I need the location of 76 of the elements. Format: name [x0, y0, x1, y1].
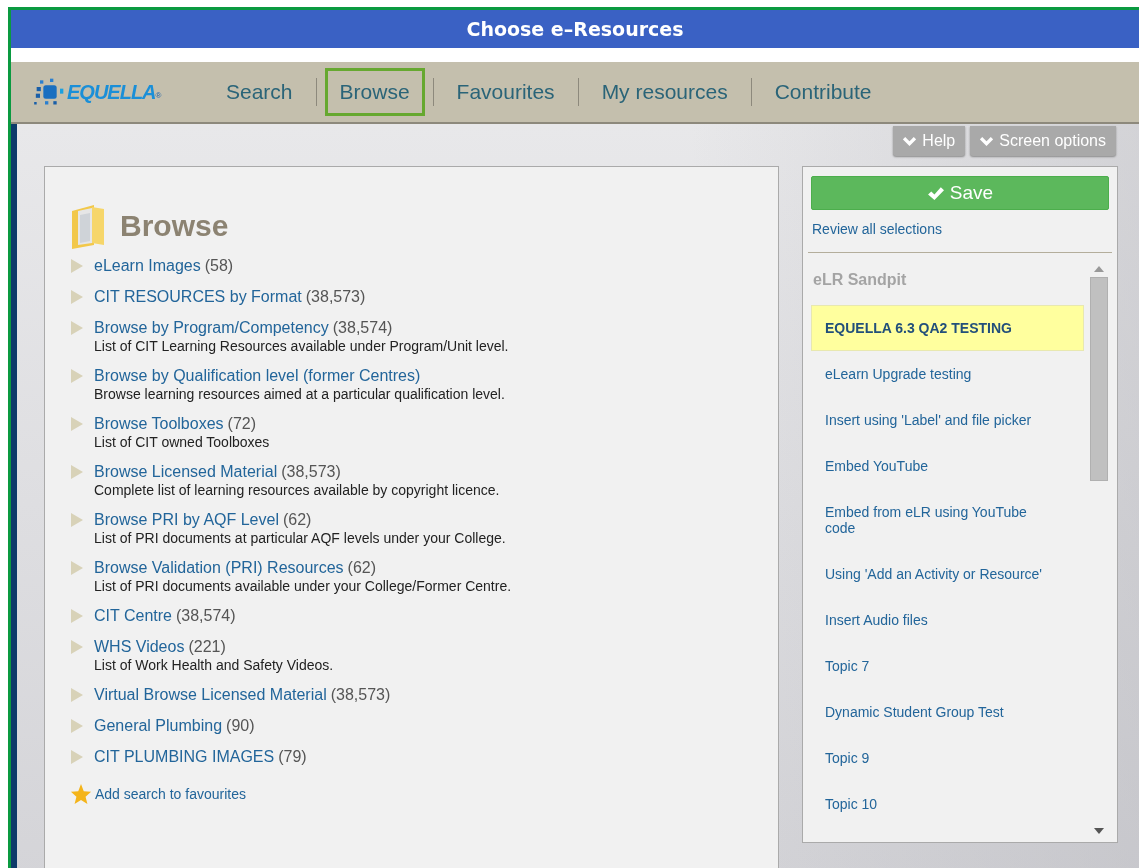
- browse-link[interactable]: CIT RESOURCES by Format: [94, 288, 302, 305]
- scrollbar-thumb[interactable]: [1090, 277, 1108, 481]
- chevron-down-icon: [903, 135, 917, 147]
- expand-arrow-icon[interactable]: [70, 639, 84, 655]
- course-section-item[interactable]: Insert using 'Label' and file picker: [811, 397, 1084, 443]
- expand-arrow-icon[interactable]: [70, 749, 84, 765]
- item-description: List of CIT Learning Resources available under Program/Unit level.: [94, 338, 509, 355]
- chevron-down-icon: [980, 135, 994, 147]
- course-section-item[interactable]: Embed YouTube: [811, 443, 1084, 489]
- item-description: List of CIT owned Toolboxes: [94, 434, 270, 451]
- item-count: (62): [347, 559, 377, 576]
- expand-arrow-icon[interactable]: [70, 718, 84, 734]
- add-favourites-link[interactable]: Add search to favourites: [70, 783, 246, 805]
- item-count: (58): [204, 257, 234, 274]
- item-description: List of Work Health and Safety Videos.: [94, 657, 334, 674]
- nav-tab[interactable]: Search: [211, 68, 308, 116]
- browse-link[interactable]: General Plumbing: [94, 717, 223, 734]
- item-count: (38,574): [175, 607, 236, 624]
- expand-arrow-icon[interactable]: [70, 258, 84, 274]
- course-section-item[interactable]: Topic 10: [811, 781, 1084, 827]
- item-count: (221): [188, 638, 226, 655]
- item-count: (38,573): [281, 463, 341, 480]
- browse-link[interactable]: Browse Licensed Material: [94, 463, 278, 480]
- item-count: (62): [282, 511, 312, 528]
- browse-link[interactable]: Virtual Browse Licensed Material: [94, 686, 327, 703]
- nav-tab[interactable]: My resources: [586, 68, 743, 116]
- item-description: List of PRI documents available under your College/Former Centre.: [94, 578, 512, 595]
- course-section-item[interactable]: eLearn Upgrade testing: [811, 351, 1084, 397]
- item-description: Complete list of learning resources available by copyright licence.: [94, 482, 500, 499]
- window-title: Choose e–Resources: [466, 18, 684, 40]
- logo-text: EQUELLA: [67, 80, 156, 104]
- course-heading: eLR Sandpit: [812, 270, 908, 290]
- browse-heading: Browse: [120, 209, 229, 243]
- item-count: (38,573): [330, 686, 391, 703]
- course-section-item[interactable]: Topic 9: [811, 735, 1084, 781]
- browse-link[interactable]: CIT Centre: [94, 607, 172, 624]
- browse-link[interactable]: Browse by Qualification level (former Centres): [94, 367, 421, 384]
- item-count: (38,573): [305, 288, 366, 305]
- item-count: (90): [226, 717, 255, 734]
- folder-icon: [70, 203, 106, 249]
- expand-arrow-icon[interactable]: [70, 416, 84, 432]
- check-icon: [926, 184, 944, 202]
- browse-link[interactable]: Browse Validation (PRI) Resources: [94, 559, 344, 576]
- star-icon: [70, 783, 92, 805]
- item-count: (72): [227, 415, 256, 432]
- expand-arrow-icon[interactable]: [70, 289, 84, 305]
- course-section-item[interactable]: EQUELLA 6.3 QA2 TESTING: [811, 305, 1084, 351]
- trademark-mark: ®: [155, 91, 162, 100]
- nav-tab[interactable]: Browse: [324, 68, 425, 116]
- browse-link[interactable]: Browse by Program/Competency: [94, 319, 329, 336]
- expand-arrow-icon[interactable]: [70, 560, 84, 576]
- course-section-item[interactable]: Insert Audio files: [811, 597, 1084, 643]
- expand-arrow-icon[interactable]: [70, 464, 84, 480]
- browse-link[interactable]: Browse PRI by AQF Level: [94, 511, 279, 528]
- item-description: Browse learning resources aimed at a particular qualification level.: [94, 386, 505, 403]
- course-section-item[interactable]: Dynamic Student Group Test: [811, 689, 1084, 735]
- scroll-up-icon[interactable]: [1093, 265, 1105, 273]
- expand-arrow-icon[interactable]: [70, 687, 84, 703]
- browse-link[interactable]: eLearn Images: [94, 257, 201, 274]
- scroll-down-icon[interactable]: [1093, 827, 1105, 835]
- review-selections-link[interactable]: Review all selections: [812, 221, 942, 237]
- expand-arrow-icon[interactable]: [70, 608, 84, 624]
- expand-arrow-icon[interactable]: [70, 368, 84, 384]
- nav-tab[interactable]: Contribute: [759, 68, 887, 116]
- item-count: (38,574): [332, 319, 393, 336]
- browse-link[interactable]: Browse Toolboxes: [94, 415, 224, 432]
- course-section-item[interactable]: Topic 7: [811, 643, 1084, 689]
- expand-arrow-icon[interactable]: [70, 320, 84, 336]
- browse-link[interactable]: CIT PLUMBING IMAGES: [94, 748, 275, 765]
- nav-tab[interactable]: Favourites: [441, 68, 570, 116]
- course-section-item[interactable]: Using 'Add an Activity or Resource': [811, 551, 1084, 597]
- item-count: (79): [278, 748, 307, 765]
- item-description: List of PRI documents at particular AQF levels under your College.: [94, 530, 506, 547]
- browse-link[interactable]: WHS Videos: [94, 638, 185, 655]
- expand-arrow-icon[interactable]: [70, 512, 84, 528]
- course-section-item[interactable]: Embed from eLR using YouTube code: [811, 489, 1084, 551]
